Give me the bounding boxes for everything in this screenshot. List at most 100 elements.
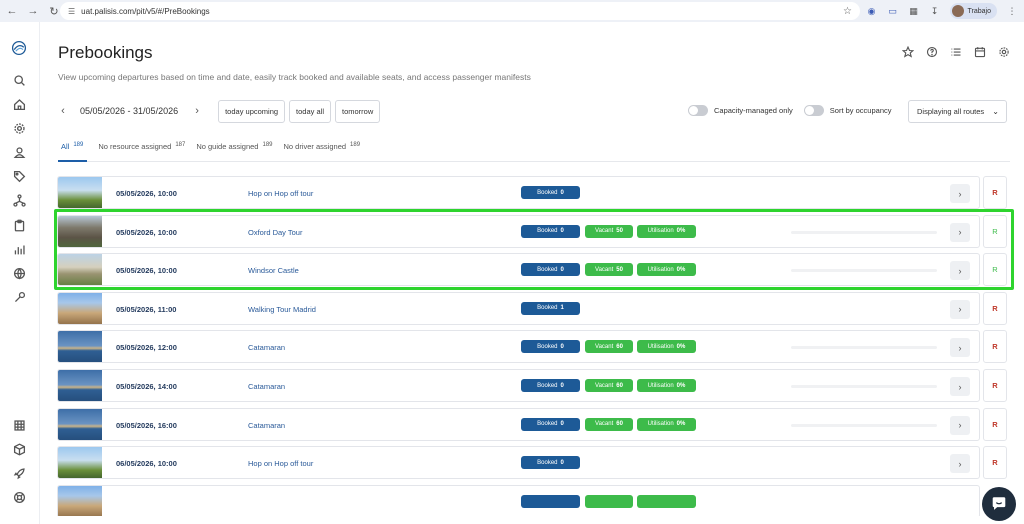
home-icon[interactable] [11,96,27,112]
building-icon[interactable] [11,417,27,433]
tab-no-driver[interactable]: No driver assigned 189 [284,140,361,162]
table-row[interactable]: 05/05/2026, 14:00 Catamaran Booked 0 Vacant 6… [57,369,1020,402]
expand-row-chevron-icon[interactable]: › [950,299,970,319]
date-range[interactable]: 05/05/2026 - 31/05/2026 [80,106,178,116]
resource-button[interactable]: R [983,446,1007,480]
tab-all[interactable]: All 189 [58,140,88,162]
table-row[interactable] [57,484,1020,516]
tag-icon[interactable] [11,168,27,184]
expand-row-chevron-icon[interactable]: › [950,184,970,203]
departure-card[interactable]: 05/05/2026, 10:00 Hop on Hop off tour Book… [57,176,980,209]
tour-thumbnail [58,408,102,440]
settings-gear-icon[interactable] [998,46,1010,58]
today-upcoming-button[interactable]: today upcoming [218,99,286,123]
today-all-button[interactable]: today all [289,99,331,123]
extensions-puzzle-icon[interactable]: ▦ [908,5,920,17]
table-row[interactable]: 05/05/2026, 12:00 Catamaran Booked 0 Vacant 6… [57,330,1020,364]
utilisation-badge: Utilisation 0% [637,263,696,277]
tab-no-guide[interactable]: No guide assigned 189 [196,140,272,162]
chart-icon[interactable] [11,241,27,257]
expand-row-chevron-icon[interactable]: › [950,261,970,281]
search-icon[interactable] [11,72,27,88]
expand-row-chevron-icon[interactable]: › [950,454,970,474]
tomorrow-button[interactable]: tomorrow [334,99,381,123]
tour-thumbnail [58,447,102,479]
gear-icon[interactable] [11,120,27,136]
extension-icon[interactable]: ◉ [866,5,878,17]
departure-card[interactable]: 05/05/2026, 11:00 Walking Tour Madrid Book… [57,291,980,325]
address-bar[interactable]: ☰ uat.palisis.com/pit/v5/#/PreBookings ☆ [60,2,860,20]
page-title: Prebookings [58,43,153,62]
star-icon[interactable] [902,46,914,58]
tour-name-link[interactable]: Windsor Castle [248,266,299,275]
avatar [951,5,964,17]
departure-card[interactable]: 05/05/2026, 10:00 Oxford Day Tour Booked 0 V… [57,214,980,248]
utilisation-badge: Utilisation 0% [637,417,696,431]
globe-icon[interactable] [11,265,27,281]
tour-name-link[interactable]: Hop on Hop off tour [248,459,313,468]
download-icon[interactable]: ↧ [929,5,941,17]
expand-row-chevron-icon[interactable]: › [950,222,970,242]
resource-button[interactable]: R [983,330,1007,364]
url-text: uat.palisis.com/pit/v5/#/PreBookings [81,6,210,16]
vacant-badge: Vacant 50 [585,224,633,238]
departure-card[interactable]: 06/05/2026, 10:00 Hop on Hop off tour Book… [57,446,980,480]
departure-card[interactable]: 05/05/2026, 16:00 Catamaran Booked 0 Vacant 6… [57,407,980,441]
next-range-chevron-icon[interactable]: › [190,105,204,117]
expand-row-chevron-icon[interactable]: › [950,338,970,358]
help-icon[interactable] [926,46,938,58]
users-icon[interactable] [11,144,27,160]
table-row[interactable]: 05/05/2026, 11:00 Walking Tour Madrid Book… [57,291,1020,325]
expand-row-chevron-icon[interactable]: › [950,415,970,435]
rocket-icon[interactable] [11,465,27,481]
departure-card[interactable]: 05/05/2026, 10:00 Windsor Castle Booked 0 Va… [57,253,980,287]
tour-name-link[interactable]: Hop on Hop off tour [248,189,313,198]
support-icon[interactable] [11,489,27,505]
routes-dropdown[interactable]: Displaying all routes ⌄ [908,100,1007,123]
table-row[interactable]: 05/05/2026, 10:00 Hop on Hop off tour Book… [57,176,1020,209]
network-icon[interactable] [11,192,27,208]
tour-name-link[interactable]: Catamaran [248,382,285,391]
resource-button[interactable]: R [983,369,1007,402]
chat-button[interactable] [982,487,1016,521]
app-logo-icon[interactable] [11,40,27,56]
back-icon[interactable]: ← [3,2,21,20]
utilisation-badge: Utilisation 0% [637,224,696,238]
clipboard-icon[interactable] [11,217,27,233]
table-row[interactable]: 05/05/2026, 10:00 Windsor Castle Booked 0 Va… [57,253,1020,287]
occupancy-toggle[interactable] [803,105,824,116]
resource-button[interactable]: R [983,253,1007,287]
departure-card[interactable]: 05/05/2026, 14:00 Catamaran Booked 0 Vacant 6… [57,369,980,402]
resource-button[interactable]: R [983,291,1007,325]
profile-button[interactable]: Trabajo [949,3,997,19]
bookmark-star-icon[interactable]: ☆ [843,6,852,17]
departure-card[interactable] [57,484,980,516]
table-row[interactable]: 06/05/2026, 10:00 Hop on Hop off tour Book… [57,446,1020,480]
utilisation-progress-bar [791,230,937,234]
resource-button[interactable]: R [983,214,1007,248]
table-row[interactable]: 05/05/2026, 16:00 Catamaran Booked 0 Vacant 6… [57,407,1020,441]
wrench-icon[interactable] [11,289,27,305]
previous-range-chevron-icon[interactable]: ‹ [56,105,70,117]
tab-no-resource[interactable]: No resource assigned 187 [98,140,185,162]
departure-card[interactable]: 05/05/2026, 12:00 Catamaran Booked 0 Vacant 6… [57,330,980,364]
tour-name-link[interactable]: Walking Tour Madrid [248,305,316,314]
calendar-icon[interactable] [974,46,986,58]
departure-datetime: 05/05/2026, 14:00 [116,382,177,391]
extension-link-icon[interactable]: ▭ [887,5,899,17]
box-icon[interactable] [11,441,27,457]
resource-button[interactable]: R [983,407,1007,441]
tab-bar: All 189 No resource assigned 187 No guide … [58,140,1010,162]
table-row[interactable]: 05/05/2026, 10:00 Oxford Day Tour Booked 0 V… [57,214,1020,248]
resource-button[interactable]: R [983,176,1007,209]
tour-name-link[interactable]: Catamaran [248,421,285,430]
expand-row-chevron-icon[interactable]: › [950,377,970,396]
capacity-toggle[interactable] [688,105,708,116]
site-info-icon[interactable]: ☰ [68,7,75,16]
browser-menu-icon[interactable]: ⋮ [1006,5,1018,17]
list-icon[interactable] [950,46,962,58]
forward-icon[interactable]: → [24,2,42,20]
tour-name-link[interactable]: Oxford Day Tour [248,228,302,237]
tour-name-link[interactable]: Catamaran [248,343,285,352]
tour-thumbnail [58,292,102,324]
